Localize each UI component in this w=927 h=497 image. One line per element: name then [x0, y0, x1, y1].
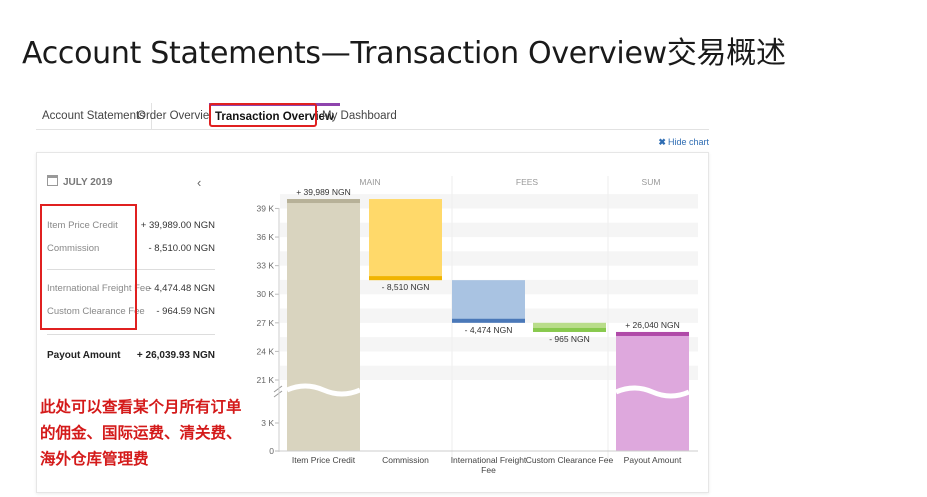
y-tick-label: 30 K: [257, 289, 275, 299]
bar-international-freight-fee: [452, 280, 525, 323]
summary-row-commission: Commission - 8,510.00 NGN: [47, 243, 215, 254]
payout-label: Payout Amount: [47, 350, 121, 361]
data-label: - 4,474 NGN: [465, 325, 513, 335]
y-tick-label: 21 K: [257, 375, 275, 385]
data-label: + 26,040 NGN: [625, 320, 680, 330]
tab-bar: Account Statements Order Overview Transa…: [36, 103, 709, 130]
bar-commission: [369, 199, 442, 281]
chart-group-header: MAIN: [359, 177, 380, 187]
x-category-label: Payout Amount: [624, 455, 682, 465]
y-tick-label: 27 K: [257, 318, 275, 328]
chevron-left-icon[interactable]: ‹: [197, 175, 201, 190]
bar-item-price-credit-edge: [287, 199, 360, 204]
summary-value: + 39,989.00 NGN: [140, 220, 215, 231]
annotation-note: 此处可以查看某个月所有订单 的佣金、国际运费、清关费、 海外仓库管理费: [40, 394, 242, 472]
annotation-line: 海外仓库管理费: [40, 450, 149, 468]
summary-row-payout: Payout Amount + 26,039.93 NGN: [47, 350, 215, 361]
x-category-label: Fee: [481, 465, 496, 475]
summary-row-item-price-credit: Item Price Credit + 39,989.00 NGN: [47, 220, 215, 231]
summary-row-international-freight-fee: International Freight Fee - 4,474.48 NGN: [47, 283, 215, 294]
summary-label: Commission: [47, 243, 100, 254]
summary-label: Custom Clearance Fee: [47, 306, 145, 317]
x-category-label: Custom Clearance Fee: [526, 455, 614, 465]
summary-divider: [47, 334, 215, 335]
summary-value: - 964.59 NGN: [156, 306, 215, 317]
month-selector[interactable]: JULY 2019: [47, 175, 113, 188]
data-label: - 8,510 NGN: [382, 282, 430, 292]
tab-my-dashboard[interactable]: My Dashboard: [316, 103, 403, 129]
hide-chart-label: Hide chart: [667, 137, 709, 147]
summary-label: International Freight Fee: [47, 283, 151, 294]
close-icon: ✖: [658, 137, 666, 147]
bar-commission-edge: [369, 276, 442, 281]
x-category-label: International Freight: [451, 455, 527, 465]
slide-title: Account Statements—Transaction Overview交…: [22, 36, 786, 71]
bar-item-price-credit: [287, 199, 360, 451]
summary-label: Item Price Credit: [47, 220, 118, 231]
payout-value: + 26,039.93 NGN: [136, 350, 215, 361]
month-label: JULY 2019: [63, 177, 113, 188]
data-label: - 965 NGN: [549, 334, 590, 344]
y-tick-label: 33 K: [257, 261, 275, 271]
x-category-label: Item Price Credit: [292, 455, 356, 465]
bar-payout-amount-edge: [616, 331, 689, 336]
y-tick-label: 36 K: [257, 232, 275, 242]
bar-international-freight-fee-edge: [452, 318, 525, 323]
calendar-icon: [47, 175, 58, 186]
y-tick-label: 0: [269, 446, 274, 456]
axis-break-marker: [273, 385, 283, 398]
annotation-line: 此处可以查看某个月所有订单: [40, 398, 242, 416]
chart-group-header: FEES: [516, 177, 539, 187]
y-tick-label: 39 K: [257, 203, 275, 213]
summary-divider: [47, 269, 215, 270]
annotation-line: 的佣金、国际运费、清关费、: [40, 424, 242, 442]
summary-value: - 8,510.00 NGN: [148, 243, 215, 254]
y-tick-label: 24 K: [257, 346, 275, 356]
hide-chart-link[interactable]: ✖ Hide chart: [658, 137, 709, 148]
chart-group-header: SUM: [642, 177, 661, 187]
summary-row-custom-clearance-fee: Custom Clearance Fee - 964.59 NGN: [47, 306, 215, 317]
bar-custom-clearance-fee-edge: [533, 327, 606, 332]
waterfall-chart: MAIN FEES SUM 0 3 K 21 K 24 K 27 K 30 K 33 K 36 K…: [257, 176, 698, 475]
summary-value: - 4,474.48 NGN: [148, 283, 215, 294]
y-tick-label: 3 K: [261, 418, 274, 428]
data-label: + 39,989 NGN: [296, 187, 351, 197]
x-category-label: Commission: [382, 455, 429, 465]
